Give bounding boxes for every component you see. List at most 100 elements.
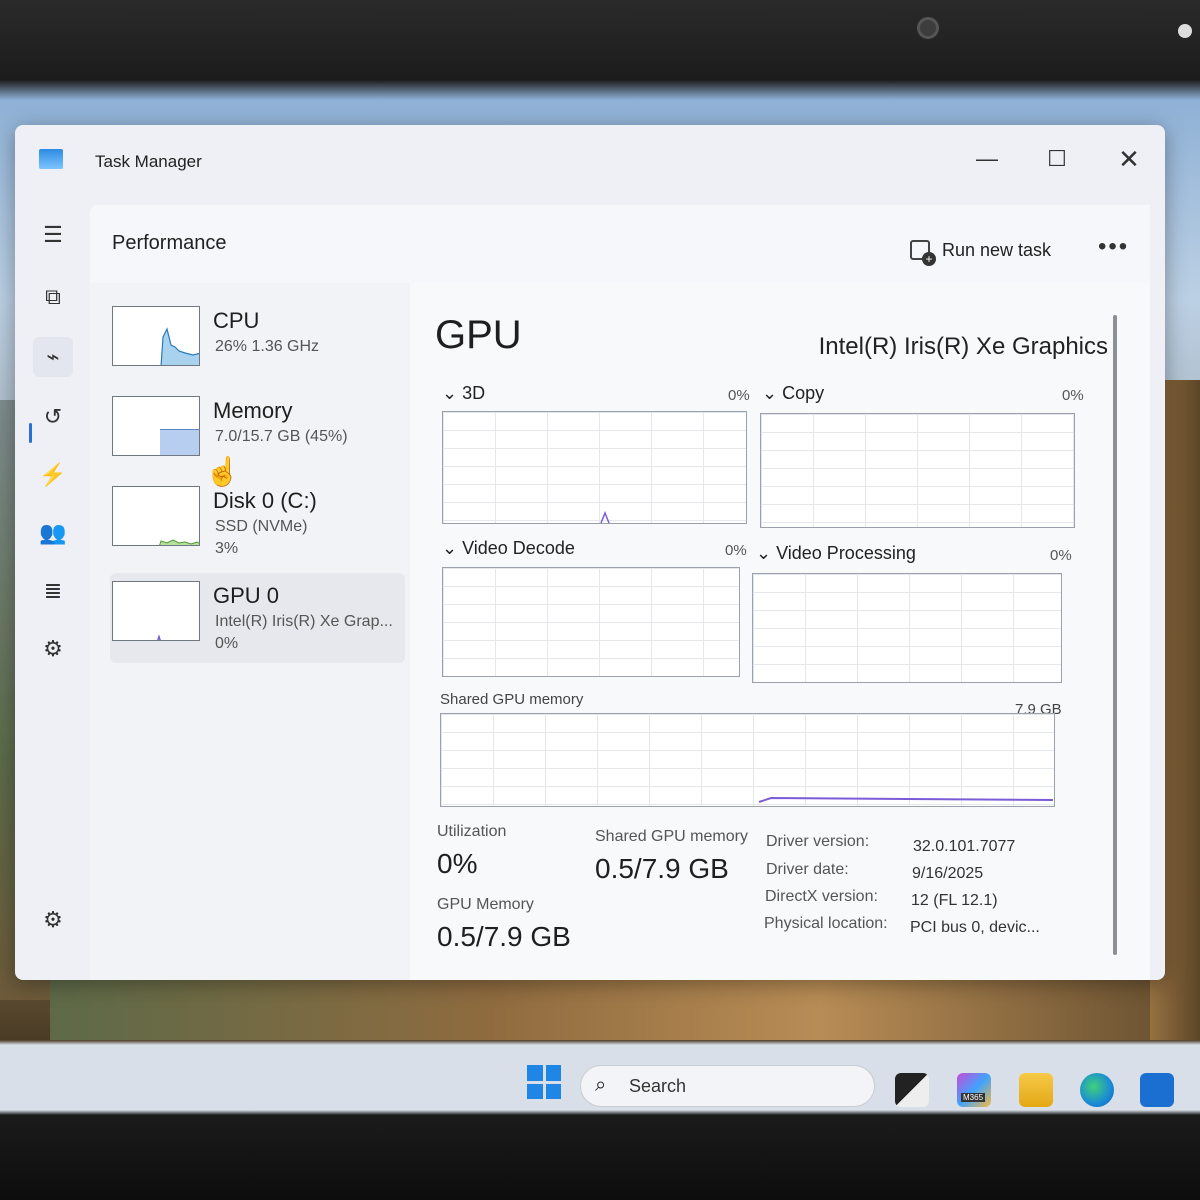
device-usage: 26% 1.36 GHz — [215, 338, 320, 355]
engine-label: 3D — [462, 383, 486, 403]
microsoft-365-icon[interactable]: M365 — [957, 1073, 991, 1107]
services-icon[interactable]: ⚙ — [33, 629, 73, 669]
minimize-button[interactable]: — — [965, 139, 1009, 179]
device-disk[interactable]: Disk 0 (C:) SSD (NVMe) 3% — [110, 478, 405, 568]
cpu-mini-graph — [112, 306, 200, 366]
gpu-sparkline — [157, 634, 161, 640]
taskbar: ⌕ Search M365 — [0, 1045, 1200, 1110]
microsoft-store-icon[interactable] — [1140, 1073, 1174, 1107]
engine-label: Video Processing — [776, 543, 916, 563]
active-nav-indicator — [29, 423, 32, 443]
file-explorer-icon[interactable] — [1019, 1073, 1053, 1107]
more-options-button[interactable]: ••• — [1098, 233, 1129, 261]
driver-version-value: 32.0.101.7077 — [913, 838, 1016, 855]
command-bar: Performance Run new task ••• — [90, 205, 1150, 283]
users-icon[interactable]: 👥 — [33, 513, 73, 553]
device-gpu[interactable]: GPU 0 Intel(R) Iris(R) Xe Grap... 0% — [110, 573, 405, 663]
processes-icon[interactable]: ⧉ — [33, 277, 73, 317]
device-usage: 7.0/15.7 GB (45%) — [215, 428, 348, 445]
utilization-label: Utilization — [437, 823, 507, 840]
engine-label: Copy — [782, 383, 825, 403]
device-model: Intel(R) Iris(R) Xe Grap... — [215, 613, 393, 630]
device-memory[interactable]: Memory 7.0/15.7 GB (45%) — [110, 388, 405, 478]
gpu-memory-value: 0.5/7.9 GB — [437, 921, 571, 952]
performance-icon[interactable]: ⌁ — [33, 337, 73, 377]
search-placeholder: Search — [629, 1076, 687, 1096]
windows-start-icon[interactable] — [527, 1065, 561, 1099]
settings-icon[interactable]: ⚙ — [33, 900, 73, 940]
engine-3d-dropdown[interactable]: ⌄ 3D — [442, 383, 485, 404]
disk-sparkline — [159, 539, 199, 545]
device-list: CPU 26% 1.36 GHz Memory 7.0/15.7 GB (45%… — [90, 283, 410, 980]
engine-3d-line — [600, 510, 610, 524]
hamburger-menu-icon[interactable]: ☰ — [33, 215, 73, 255]
device-name: CPU — [213, 308, 260, 333]
engine-copy-dropdown[interactable]: ⌄ Copy — [762, 383, 824, 404]
engine-video-processing-percent: 0% — [1050, 547, 1072, 564]
shared-memory-value: 0.5/7.9 GB — [595, 853, 729, 884]
task-manager-icon — [39, 149, 63, 169]
gpu-model-name: Intel(R) Iris(R) Xe Graphics — [818, 333, 1108, 360]
utilization-value: 0% — [437, 848, 478, 879]
engine-video-processing-graph — [752, 573, 1062, 683]
webcam — [917, 17, 939, 39]
device-usage: 0% — [215, 635, 239, 652]
memory-fill — [160, 429, 199, 455]
window-title: Task Manager — [95, 152, 202, 171]
performance-page: Performance Run new task ••• CPU 26% 1.3… — [90, 205, 1150, 980]
device-type: SSD (NVMe) — [215, 518, 308, 535]
driver-date-value: 9/16/2025 — [912, 865, 984, 882]
device-usage: 3% — [215, 540, 239, 557]
device-cpu[interactable]: CPU 26% 1.36 GHz — [110, 298, 405, 388]
task-manager-window: Task Manager — ☐ ✕ ☰ ⧉ ⌁ ↺ ⚡ 👥 ≣ ⚙ ⚙ Per… — [15, 125, 1165, 980]
details-icon[interactable]: ≣ — [33, 571, 73, 611]
run-task-icon — [910, 240, 936, 266]
engine-video-decode-graph — [442, 567, 740, 677]
physical-location-label: Physical location: — [764, 915, 888, 932]
gpu-mini-graph — [112, 581, 200, 641]
hand-pointer-icon: ☝ — [205, 456, 240, 487]
task-view-icon[interactable] — [895, 1073, 929, 1107]
gpu-memory-label: GPU Memory — [437, 896, 534, 913]
maximize-button[interactable]: ☐ — [1035, 139, 1079, 179]
engine-3d-graph — [442, 411, 747, 524]
run-new-task-button[interactable]: Run new task — [910, 235, 1052, 266]
engine-video-decode-dropdown[interactable]: ⌄ Video Decode — [442, 538, 575, 559]
physical-location-value: PCI bus 0, devic... — [910, 919, 1040, 936]
camera-indicator — [1178, 24, 1192, 38]
driver-date-label: Driver date: — [766, 861, 849, 878]
memory-mini-graph — [112, 396, 200, 456]
device-name: Disk 0 (C:) — [213, 488, 317, 513]
engine-video-processing-dropdown[interactable]: ⌄ Video Processing — [756, 543, 916, 564]
page-title: Performance — [112, 232, 227, 254]
engine-copy-graph — [760, 413, 1075, 528]
shared-memory-line — [758, 796, 1054, 803]
run-new-task-label: Run new task — [942, 239, 1052, 260]
shared-memory-label: Shared GPU memory — [595, 828, 748, 845]
search-icon: ⌕ — [595, 1074, 607, 1096]
engine-label: Video Decode — [462, 538, 575, 558]
disk-mini-graph — [112, 486, 200, 546]
shared-memory-graph-label: Shared GPU memory — [440, 691, 584, 708]
engine-copy-percent: 0% — [1062, 387, 1084, 404]
cpu-sparkline — [160, 327, 199, 365]
driver-version-label: Driver version: — [766, 833, 870, 850]
edge-browser-icon[interactable] — [1080, 1073, 1114, 1107]
startup-apps-icon[interactable]: ⚡ — [33, 455, 73, 495]
m365-label: M365 — [961, 1093, 986, 1102]
app-history-icon[interactable]: ↺ — [33, 397, 73, 437]
engine-3d-percent: 0% — [728, 387, 750, 404]
directx-version-value: 12 (FL 12.1) — [911, 892, 998, 909]
gpu-detail-panel: GPU Intel(R) Iris(R) Xe Graphics ⌄ 3D 0%… — [410, 283, 1150, 980]
shared-memory-graph — [440, 713, 1055, 807]
taskbar-search-box[interactable]: ⌕ Search — [580, 1065, 875, 1107]
detail-title: GPU — [435, 313, 522, 357]
close-button[interactable]: ✕ — [1107, 139, 1151, 179]
directx-version-label: DirectX version: — [765, 888, 878, 905]
device-name: GPU 0 — [213, 583, 280, 608]
title-bar[interactable]: Task Manager — ☐ ✕ — [15, 125, 1165, 195]
engine-video-decode-percent: 0% — [725, 542, 747, 559]
vertical-scrollbar[interactable] — [1113, 315, 1117, 955]
navigation-sidebar: ☰ ⧉ ⌁ ↺ ⚡ 👥 ≣ ⚙ ⚙ — [15, 195, 90, 980]
device-name: Memory — [213, 398, 293, 423]
